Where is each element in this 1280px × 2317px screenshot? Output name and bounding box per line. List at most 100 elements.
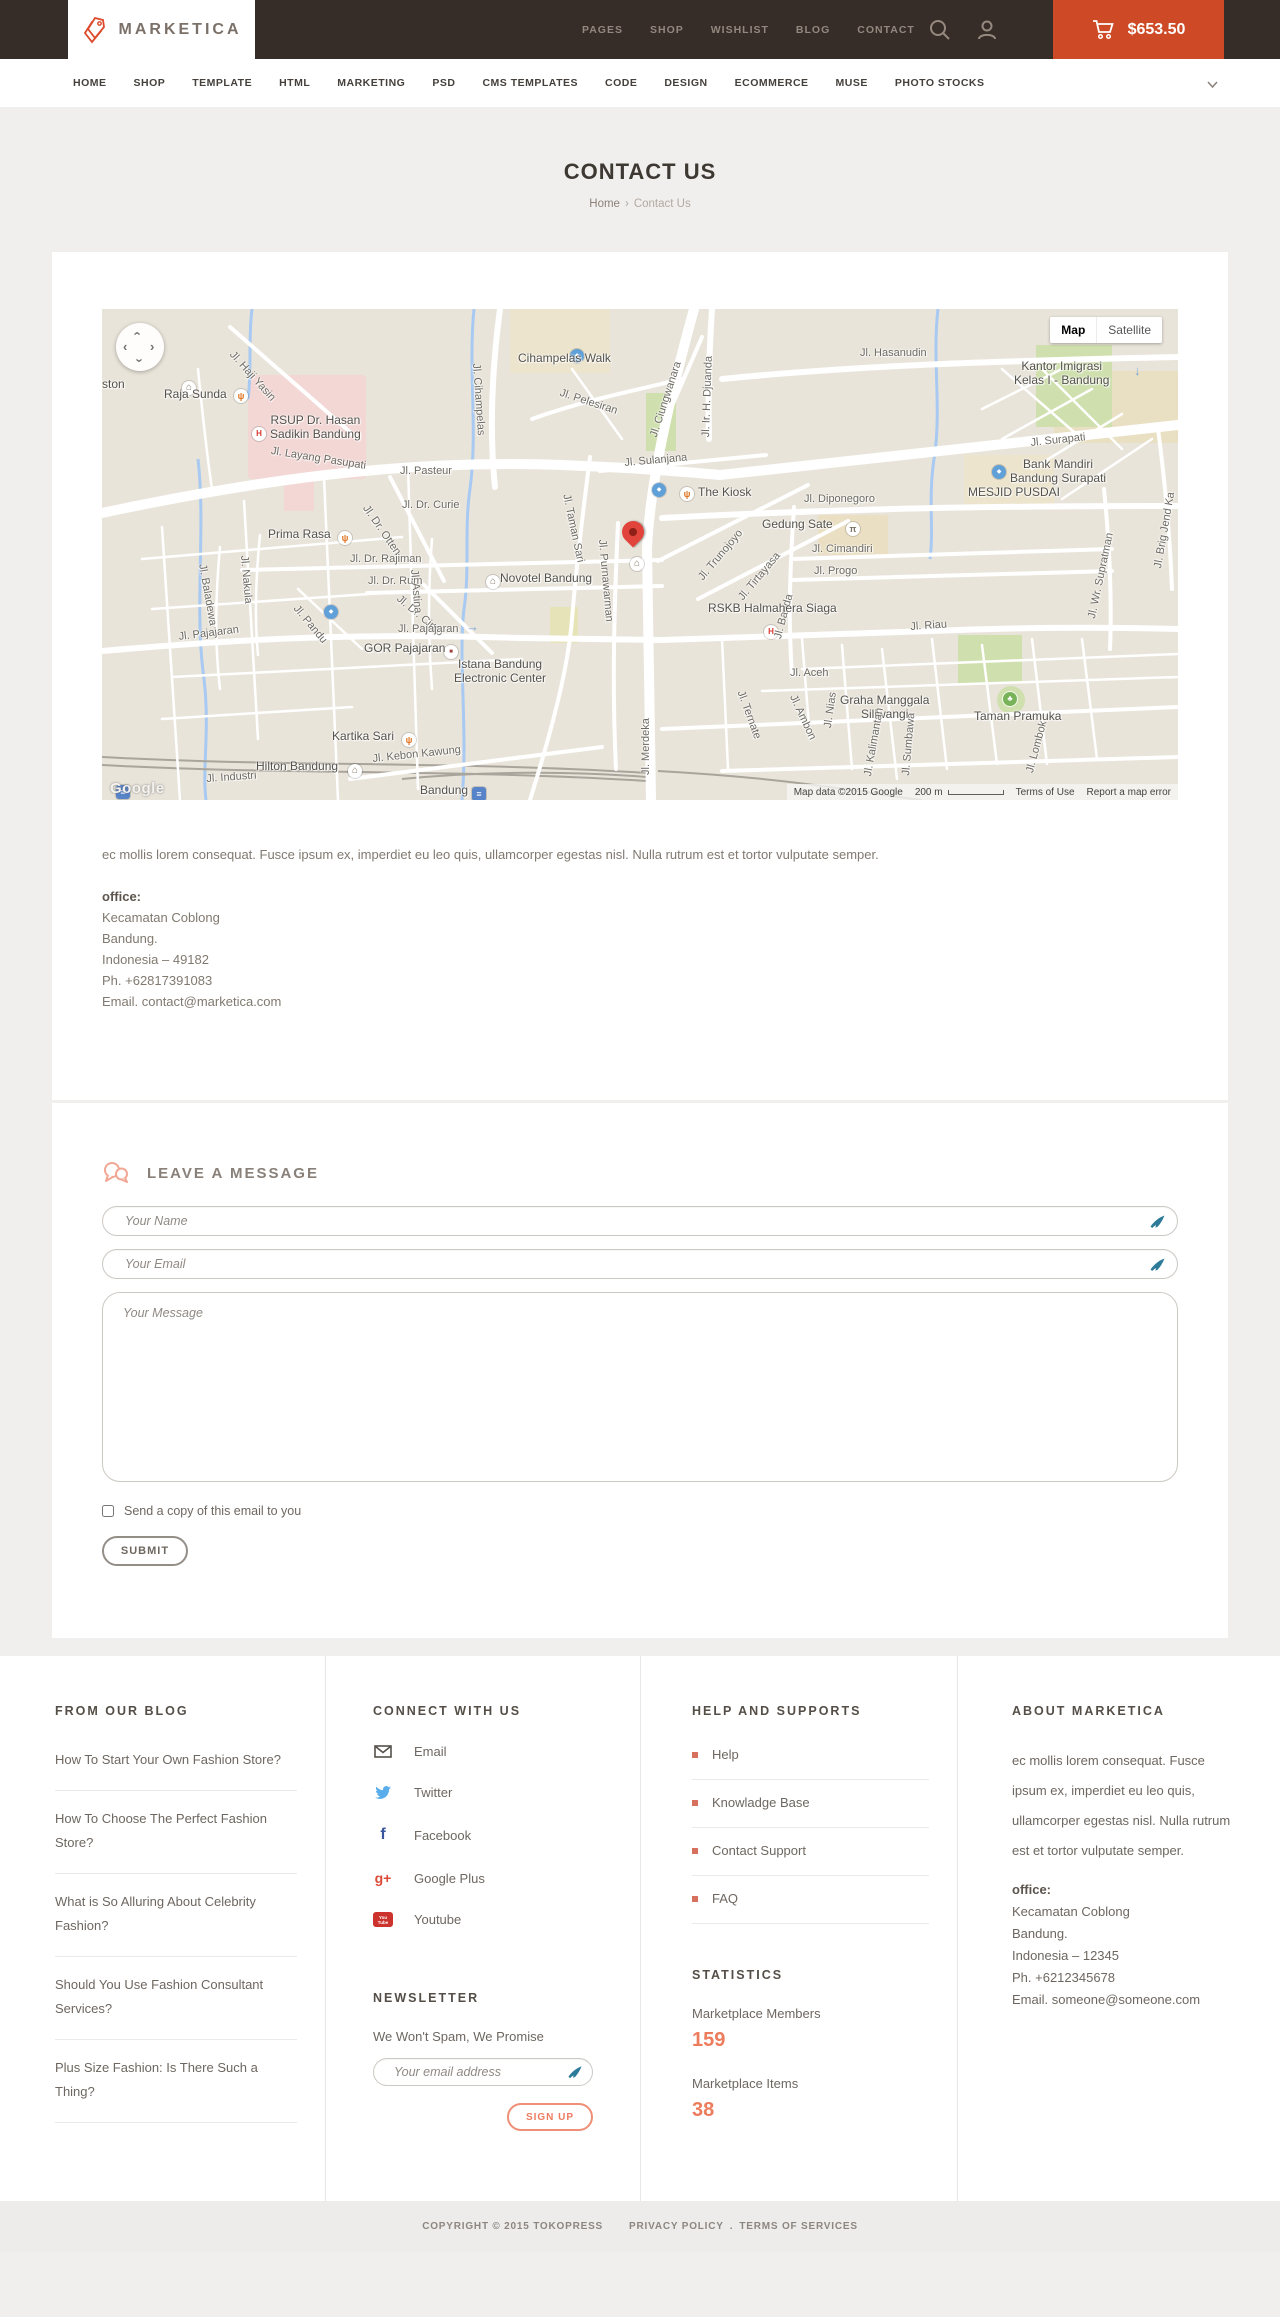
footer-help-link[interactable]: FAQ bbox=[692, 1876, 929, 1924]
map-scale-label: 200 m bbox=[914, 786, 943, 798]
category-nav-link[interactable]: PHOTO STOCKS bbox=[895, 77, 985, 89]
message-field-wrap bbox=[102, 1292, 1178, 1482]
map-label: Jl. Diponegoro bbox=[804, 493, 875, 505]
send-copy-row: Send a copy of this email to you bbox=[102, 1504, 1178, 1518]
header-nav-link[interactable]: BLOG bbox=[796, 24, 830, 36]
statistics-heading: STATISTICS bbox=[692, 1968, 784, 1982]
message-textarea[interactable] bbox=[103, 1293, 1177, 1481]
category-nav-link[interactable]: HTML bbox=[279, 77, 310, 89]
chevron-down-icon[interactable] bbox=[1207, 75, 1218, 93]
submit-button[interactable]: SUBMIT bbox=[102, 1536, 188, 1566]
pan-right-arrow[interactable]: › bbox=[150, 340, 154, 353]
breadcrumb-current: Contact Us bbox=[633, 198, 691, 210]
office-label: office: bbox=[1012, 1882, 1051, 1897]
social-twitter-link[interactable]: Twitter bbox=[373, 1785, 612, 1800]
social-googleplus-link[interactable]: g+ Google Plus bbox=[373, 1870, 612, 1886]
header-nav-link[interactable]: SHOP bbox=[650, 24, 684, 36]
search-icon[interactable] bbox=[928, 18, 952, 42]
logo-text: MARKETICA bbox=[118, 20, 242, 38]
map-poi-icon bbox=[324, 605, 338, 619]
header-nav-link[interactable]: PAGES bbox=[582, 24, 623, 36]
category-nav-link[interactable]: SHOP bbox=[134, 77, 166, 89]
header-nav-link[interactable]: WISHLIST bbox=[711, 24, 769, 36]
office-line: Bandung. bbox=[1012, 1926, 1068, 1941]
user-account-icon[interactable] bbox=[976, 18, 998, 42]
map-label: The Kiosk bbox=[698, 485, 752, 499]
email-field-wrap bbox=[102, 1249, 1178, 1279]
map-type-map-button[interactable]: Map bbox=[1050, 317, 1097, 343]
map-label: MESJID PUSDAI bbox=[968, 485, 1061, 499]
page-title: CONTACT US bbox=[563, 159, 717, 184]
office-line: Indonesia – 49182 bbox=[102, 952, 209, 967]
footer-help-link[interactable]: Contact Support bbox=[692, 1828, 929, 1876]
report-map-error-link[interactable]: Report a map error bbox=[1087, 787, 1171, 798]
google-map[interactable]: AstonRaja SundaJl. Haji YasinCihampelas … bbox=[102, 309, 1178, 800]
pan-down-arrow[interactable]: ‹ bbox=[131, 358, 146, 362]
name-input[interactable] bbox=[123, 1213, 1143, 1229]
category-nav-link[interactable]: CMS TEMPLATES bbox=[482, 77, 578, 89]
office-line: Email. contact@marketica.com bbox=[102, 994, 282, 1009]
stat-label: Marketplace Members bbox=[692, 2006, 821, 2021]
footer-blog-link[interactable]: How To Start Your Own Fashion Store? bbox=[55, 1732, 297, 1791]
map-label: Jl. Merdeka bbox=[640, 718, 652, 775]
terms-of-services-link[interactable]: TERMS OF SERVICES bbox=[739, 2221, 857, 2232]
category-nav-link[interactable]: PSD bbox=[432, 77, 455, 89]
footer-blog-link[interactable]: What is So Alluring About Celebrity Fash… bbox=[55, 1874, 297, 1957]
map-label: RSKB Halmahera Siaga bbox=[708, 601, 837, 615]
send-copy-checkbox[interactable] bbox=[102, 1505, 114, 1517]
map-label: Jl. Hasanudin bbox=[860, 347, 927, 359]
breadcrumb-home-link[interactable]: Home bbox=[589, 198, 620, 210]
map-label: → bbox=[466, 619, 479, 634]
contact-card: AstonRaja SundaJl. Haji YasinCihampelas … bbox=[52, 252, 1228, 1100]
category-nav-link[interactable]: CODE bbox=[605, 77, 637, 89]
footer-help-link[interactable]: Knowladge Base bbox=[692, 1780, 929, 1828]
signup-button[interactable]: SIGN UP bbox=[507, 2103, 593, 2131]
newsletter-email-input[interactable] bbox=[392, 2064, 562, 2080]
office-line: Email. someone@someone.com bbox=[1012, 1992, 1201, 2007]
social-email-link[interactable]: Email bbox=[373, 1744, 612, 1759]
map-type-satellite-button[interactable]: Satellite bbox=[1096, 317, 1162, 343]
map-label: Jl. Pajajaran bbox=[398, 623, 459, 635]
privacy-policy-link[interactable]: PRIVACY POLICY bbox=[629, 2221, 724, 2232]
map-label: Kantor Imigrasi Kelas I - Bandung bbox=[1014, 359, 1110, 387]
map-label: RSUP Dr. Hasan Sadikin Bandung bbox=[270, 413, 361, 441]
category-nav-link[interactable]: MUSE bbox=[836, 77, 868, 89]
category-nav-link[interactable]: MARKETING bbox=[337, 77, 405, 89]
map-label: Bank Mandiri Bandung Surapati bbox=[1010, 457, 1107, 485]
footer-help-link[interactable]: Help bbox=[692, 1732, 929, 1780]
pan-left-arrow[interactable]: ‹ bbox=[123, 340, 127, 353]
pen-icon bbox=[567, 2065, 582, 2085]
category-nav-link[interactable]: TEMPLATE bbox=[192, 77, 252, 89]
terms-of-use-link[interactable]: Terms of Use bbox=[1016, 787, 1075, 798]
map-label: Hilton Bandung bbox=[256, 759, 339, 773]
bullet-icon bbox=[692, 1751, 698, 1758]
email-input[interactable] bbox=[123, 1256, 1143, 1272]
footer-blog-link[interactable]: Plus Size Fashion: Is There Such a Thing… bbox=[55, 2040, 297, 2123]
name-field-wrap bbox=[102, 1206, 1178, 1236]
map-label: Raja Sunda bbox=[164, 387, 227, 401]
map-poi-icon bbox=[338, 531, 352, 545]
social-youtube-link[interactable]: You Tube Youtube bbox=[373, 1912, 612, 1927]
footer-blog-link[interactable]: How To Choose The Perfect Fashion Store? bbox=[55, 1791, 297, 1874]
map-poi-icon bbox=[652, 483, 666, 497]
category-nav-link[interactable]: HOME bbox=[73, 77, 107, 89]
pan-up-arrow[interactable]: ‹ bbox=[131, 331, 146, 335]
facebook-icon: f bbox=[380, 1826, 386, 1843]
map-label: GOR Pajajaran bbox=[364, 641, 446, 655]
category-nav-link[interactable]: DESIGN bbox=[664, 77, 707, 89]
footer-blog-link[interactable]: Should You Use Fashion Consultant Servic… bbox=[55, 1957, 297, 2040]
map-pan-control[interactable]: ‹ ‹ ‹ › bbox=[116, 323, 164, 371]
twitter-icon bbox=[373, 1785, 393, 1800]
logo[interactable]: MARKETICA bbox=[68, 0, 255, 59]
pen-icon bbox=[1149, 1257, 1165, 1278]
category-nav-link[interactable]: ECOMMERCE bbox=[735, 77, 809, 89]
youtube-icon: You Tube bbox=[373, 1912, 393, 1927]
map-label: Taman Pramuka bbox=[974, 709, 1062, 723]
breadcrumb-separator: › bbox=[624, 198, 629, 210]
social-facebook-link[interactable]: f Facebook bbox=[373, 1826, 612, 1844]
stat-label: Marketplace Items bbox=[692, 2076, 799, 2091]
map-label: Novotel Bandung bbox=[500, 571, 593, 585]
category-nav: HOME SHOP TEMPLATE HTML MARKETING PSD CMS TEMP… bbox=[0, 59, 1280, 107]
cart-button[interactable]: $653.50 bbox=[1053, 0, 1224, 59]
header-nav-link[interactable]: CONTACT bbox=[857, 24, 915, 36]
